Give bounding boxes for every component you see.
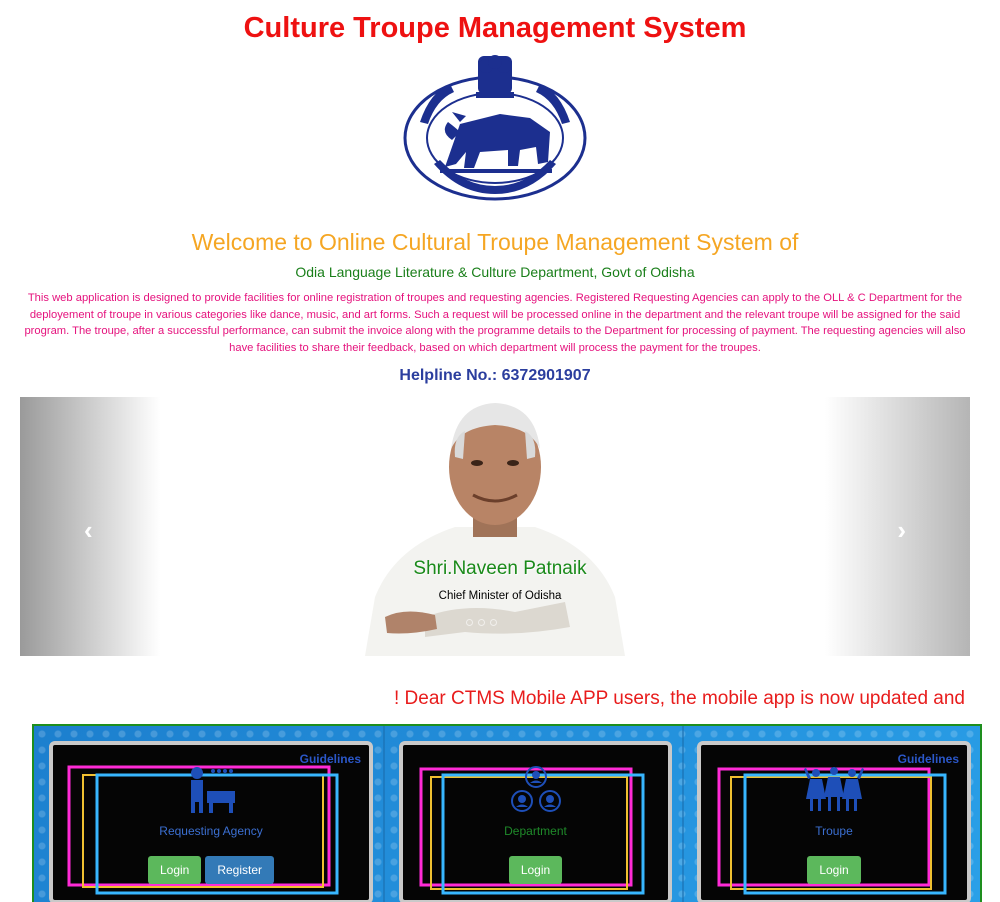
guidelines-link[interactable]: Guidelines [300, 752, 361, 766]
agency-icon [191, 767, 235, 813]
department-login-button[interactable]: Login [508, 856, 563, 884]
panel-divider [383, 726, 385, 902]
troupe-card: Guidelines Troupe Login [697, 741, 971, 902]
carousel-indicator[interactable] [490, 619, 497, 626]
carousel-caption-role: Chief Minister of Odisha [438, 590, 562, 602]
troupe-icon [804, 767, 864, 811]
odisha-emblem-icon [403, 55, 587, 201]
carousel-prev-button[interactable]: ‹ [20, 397, 160, 656]
department-name: Odia Language Literature & Culture Depar… [295, 264, 695, 280]
carousel-indicator[interactable] [478, 619, 485, 626]
card-buttons: Login Register [53, 856, 369, 884]
panel-divider [682, 726, 684, 902]
helpline-number: Helpline No.: 6372901907 [399, 367, 591, 384]
login-panel: Guidelines Requesting Agency Login Regis… [32, 724, 982, 902]
troupe-login-button[interactable]: Login [807, 856, 861, 884]
welcome-heading: Welcome to Online Cultural Troupe Manage… [191, 229, 799, 255]
notice-marquee: ! Dear CTMS Mobile APP users, the mobile… [393, 688, 965, 709]
chevron-left-icon: ‹ [84, 515, 93, 545]
carousel-next-button[interactable]: › [825, 397, 970, 656]
card-label: Requesting Agency [159, 824, 263, 838]
card-buttons: Login [403, 856, 668, 884]
card-label: Department [504, 824, 567, 838]
department-card: Department Login [399, 741, 672, 902]
chief-minister-portrait [365, 403, 625, 656]
image-carousel: ‹ › Shri.Naveen Patnaik Chief Minister o… [20, 397, 970, 656]
agency-login-button[interactable]: Login [147, 856, 202, 884]
guidelines-link[interactable]: Guidelines [898, 752, 959, 766]
page-title: Culture Troupe Management System [243, 12, 747, 44]
carousel-indicators [466, 619, 497, 626]
description-text: This web application is designed to prov… [24, 292, 966, 354]
card-buttons: Login [701, 856, 967, 884]
chevron-right-icon: › [897, 515, 906, 545]
card-label: Troupe [815, 824, 853, 838]
carousel-caption-name: Shri.Naveen Patnaik [413, 558, 587, 579]
carousel-indicator[interactable] [466, 619, 473, 626]
agency-register-button[interactable]: Register [205, 856, 275, 884]
department-icon [510, 766, 561, 812]
requesting-agency-card: Guidelines Requesting Agency Login Regis… [49, 741, 373, 902]
